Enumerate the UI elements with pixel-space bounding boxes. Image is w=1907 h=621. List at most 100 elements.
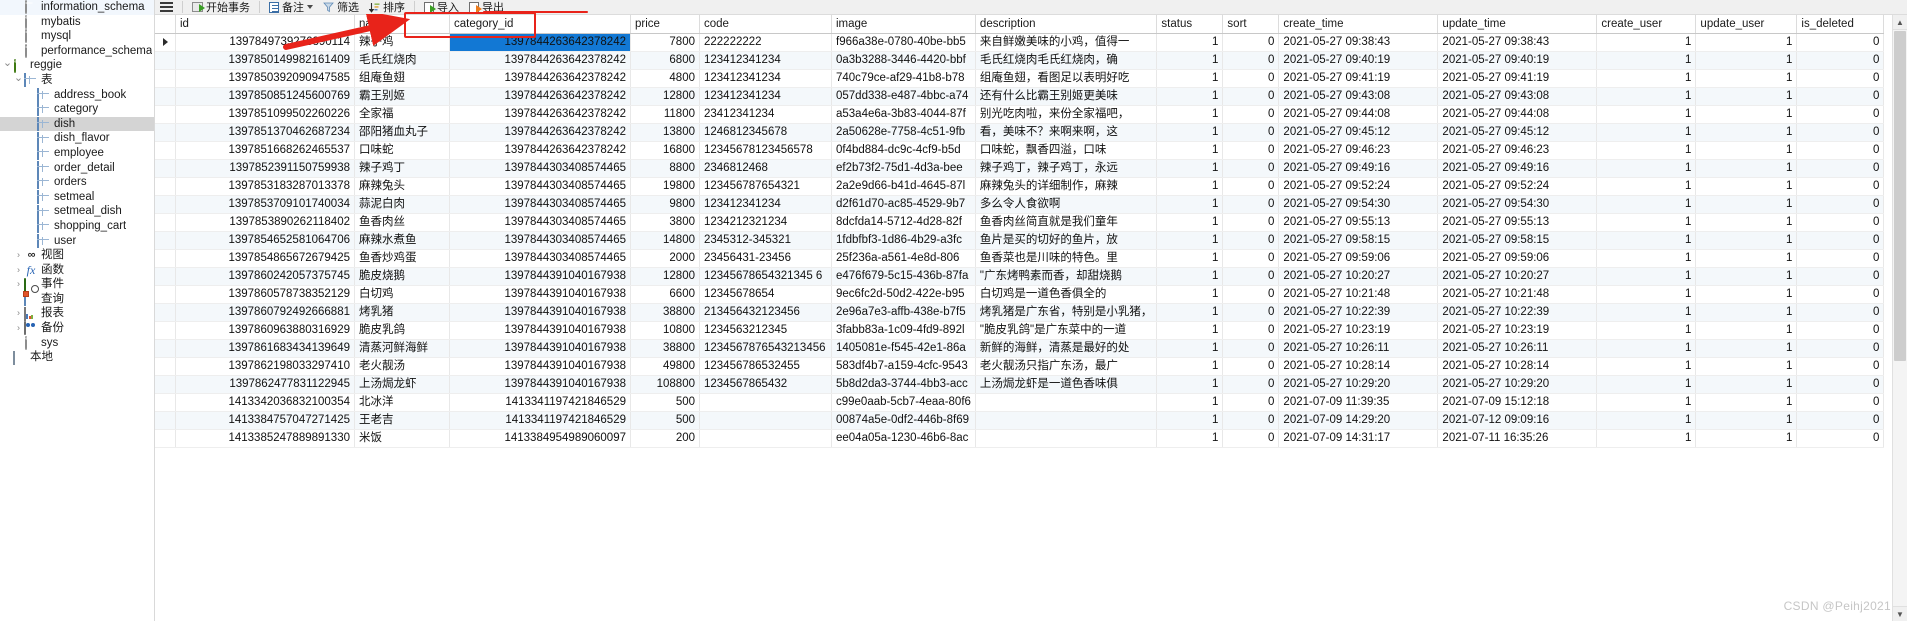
cell-code[interactable]: 12345678654: [699, 285, 832, 304]
cell-create_user[interactable]: 1: [1596, 213, 1697, 232]
cell-update_time[interactable]: 2021-05-27 09:43:08: [1437, 87, 1598, 106]
table-row[interactable]: 1397854652581064706 麻辣水煮鱼 1397844303408574…: [155, 231, 1885, 250]
cell-create_time[interactable]: 2021-07-09 14:29:20: [1278, 411, 1439, 430]
cell-code[interactable]: 123456786532455: [699, 357, 832, 376]
cell-update_time[interactable]: 2021-05-27 09:49:16: [1437, 159, 1598, 178]
cell-category_id[interactable]: 1397844303408574465: [449, 177, 631, 196]
cell-is_deleted[interactable]: 0: [1796, 249, 1885, 268]
cell-is_deleted[interactable]: 0: [1796, 285, 1885, 304]
chevron-right-icon[interactable]: ›: [13, 277, 24, 292]
cell-description[interactable]: "广东烤鸭素而香，却甜烧鹅: [975, 267, 1158, 286]
cell-sort[interactable]: 0: [1222, 231, 1280, 250]
table-row[interactable]: 1397853890262118402 鱼香肉丝 13978443034085744…: [155, 213, 1885, 232]
table-row[interactable]: 1397851099502260226 全家福 139784426364237824…: [155, 105, 1885, 124]
cell-status[interactable]: 1: [1156, 123, 1224, 142]
cell-sort[interactable]: 0: [1222, 375, 1280, 394]
cell-description[interactable]: 烤乳猪是广东省，特别是小乳猪，: [975, 303, 1158, 322]
cell-update_user[interactable]: 1: [1695, 87, 1798, 106]
cell-image[interactable]: 25f236a-a561-4e8d-806: [831, 249, 976, 268]
cell-description[interactable]: 白切鸡是一道色香俱全的: [975, 285, 1158, 304]
cell-code[interactable]: 222222222: [699, 33, 832, 52]
sidebar-item-order_detail[interactable]: order_detail: [0, 160, 154, 176]
cell-image[interactable]: 2a50628e-7758-4c51-9fb: [831, 123, 976, 142]
cell-category_id[interactable]: 1397844303408574465: [449, 159, 631, 178]
cell-category_id[interactable]: 1397844263642378242: [449, 141, 631, 160]
cell-create_time[interactable]: 2021-05-27 09:46:23: [1278, 141, 1439, 160]
cell-name[interactable]: 口味蛇: [354, 141, 450, 160]
cell-name[interactable]: 老火靓汤: [354, 357, 450, 376]
table-row[interactable]: 1397851668262465537 口味蛇 139784426364237824…: [155, 141, 1885, 160]
cell-price[interactable]: 6600: [630, 285, 700, 304]
sidebar-item-dish_flavor[interactable]: dish_flavor: [0, 131, 154, 146]
sidebar-item-[interactable]: › ∞ 视图: [0, 248, 154, 263]
table-row[interactable]: 1397854865672679425 鱼香炒鸡蛋 1397844303408574…: [155, 249, 1885, 268]
cell-code[interactable]: 123412341234: [699, 195, 832, 214]
cell-name[interactable]: 全家福: [354, 105, 450, 124]
row-gutter[interactable]: [155, 339, 176, 358]
cell-code[interactable]: 213456432123456: [699, 303, 832, 322]
cell-update_user[interactable]: 1: [1695, 231, 1798, 250]
sidebar-item-mysql[interactable]: mysql: [0, 29, 154, 44]
cell-code[interactable]: 123456787654321: [699, 177, 832, 196]
cell-id[interactable]: 1397849739276890114: [175, 33, 355, 52]
cell-description[interactable]: 组庵鱼翅，看图足以表明好吃: [975, 69, 1158, 88]
cell-code[interactable]: 1246812345678: [699, 123, 832, 142]
sidebar-item-information_schema[interactable]: information_schema: [0, 0, 154, 15]
cell-update_user[interactable]: 1: [1695, 267, 1798, 286]
cell-status[interactable]: 1: [1156, 285, 1224, 304]
chevron-right-icon[interactable]: ›: [13, 321, 24, 336]
table-row[interactable]: 1397860578738352129 白切鸡 139784439104016793…: [155, 285, 1885, 304]
cell-update_time[interactable]: 2021-05-27 10:26:11: [1437, 339, 1598, 358]
cell-id[interactable]: 1413384757047271425: [175, 411, 355, 430]
cell-sort[interactable]: 0: [1222, 393, 1280, 412]
cell-category_id[interactable]: 1397844263642378242: [449, 33, 631, 52]
cell-status[interactable]: 1: [1156, 69, 1224, 88]
table-row[interactable]: 1397862477831122945 上汤焗龙虾 1397844391040167…: [155, 375, 1885, 394]
sidebar-item-sys[interactable]: sys: [0, 335, 154, 351]
table-row[interactable]: 1397850851245600769 霸王别姬 13978442636423782…: [155, 87, 1885, 106]
cell-description[interactable]: [975, 429, 1158, 448]
cell-price[interactable]: 11800: [630, 105, 700, 124]
cell-description[interactable]: 麻辣兔头的详细制作，麻辣: [975, 177, 1158, 196]
cell-create_time[interactable]: 2021-05-27 10:22:39: [1278, 303, 1439, 322]
begin-transaction-button[interactable]: 开始事务: [187, 1, 255, 14]
sidebar-item-orders[interactable]: orders: [0, 175, 154, 190]
cell-id[interactable]: 1397850392090947585: [175, 69, 355, 88]
cell-create_time[interactable]: 2021-05-27 10:20:27: [1278, 267, 1439, 286]
cell-price[interactable]: 19800: [630, 177, 700, 196]
cell-description[interactable]: 鱼香菜也是川味的特色。里: [975, 249, 1158, 268]
cell-price[interactable]: 2000: [630, 249, 700, 268]
cell-create_time[interactable]: 2021-05-27 10:21:48: [1278, 285, 1439, 304]
export-button[interactable]: 导出: [464, 1, 509, 14]
cell-create_time[interactable]: 2021-05-27 10:23:19: [1278, 321, 1439, 340]
cell-update_user[interactable]: 1: [1695, 141, 1798, 160]
cell-name[interactable]: 鱼香肉丝: [354, 213, 450, 232]
cell-is_deleted[interactable]: 0: [1796, 213, 1885, 232]
cell-is_deleted[interactable]: 0: [1796, 429, 1885, 448]
sidebar-item-[interactable]: 查询: [0, 292, 154, 307]
cell-price[interactable]: 8800: [630, 159, 700, 178]
column-header-update_user[interactable]: update_user: [1695, 15, 1798, 34]
cell-status[interactable]: 1: [1156, 213, 1224, 232]
cell-name[interactable]: 麻辣兔头: [354, 177, 450, 196]
cell-create_user[interactable]: 1: [1596, 267, 1697, 286]
cell-update_time[interactable]: 2021-05-27 10:23:19: [1437, 321, 1598, 340]
cell-price[interactable]: 12800: [630, 267, 700, 286]
cell-id[interactable]: 1397860963880316929: [175, 321, 355, 340]
scrollbar-thumb[interactable]: [1894, 31, 1906, 361]
cell-create_time[interactable]: 2021-05-27 09:38:43: [1278, 33, 1439, 52]
cell-create_user[interactable]: 1: [1596, 339, 1697, 358]
cell-price[interactable]: 38800: [630, 303, 700, 322]
cell-status[interactable]: 1: [1156, 375, 1224, 394]
cell-name[interactable]: 脆皮烧鹅: [354, 267, 450, 286]
cell-category_id[interactable]: 1397844303408574465: [449, 213, 631, 232]
cell-create_time[interactable]: 2021-07-09 14:31:17: [1278, 429, 1439, 448]
row-gutter[interactable]: [155, 105, 176, 124]
cell-name[interactable]: 王老吉: [354, 411, 450, 430]
row-gutter[interactable]: [155, 429, 176, 448]
cell-is_deleted[interactable]: 0: [1796, 159, 1885, 178]
cell-id[interactable]: 1397852391150759938: [175, 159, 355, 178]
sidebar-item-[interactable]: 本地: [0, 350, 154, 365]
database-tree[interactable]: information_schema mybatis mysql performanc…: [0, 0, 154, 365]
table-row[interactable]: 1413384757047271425 王老吉 141334119742184652…: [155, 411, 1885, 430]
